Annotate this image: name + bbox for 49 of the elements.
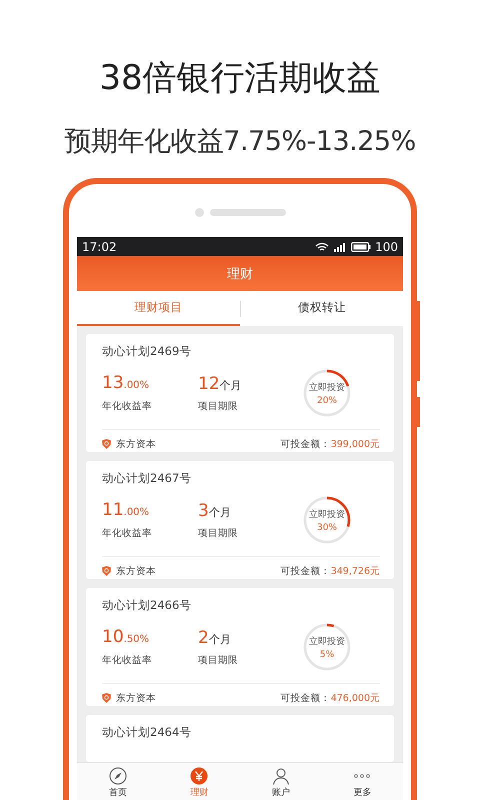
shield-icon [102,439,111,449]
yen-icon [190,766,208,784]
rate-label: 年化收益率 [102,527,153,540]
battery-icon [351,242,372,252]
annual-rate: 11.00% [102,500,150,522]
rate-label: 年化收益率 [102,654,153,667]
term-label: 项目期限 [198,526,239,540]
available-amount: 可投金额：399,000元 [280,438,380,450]
product-name: 动心计划2464号 [102,725,192,740]
issuer-name: 东方资本 [116,564,156,578]
signal-icon [333,242,348,252]
product-card[interactable]: 动心计划2466号 10.50% 年化收益率 2个月 项目期限 立即投资 5% 东方资本 可投金额：476,000元 [86,588,394,706]
shield-icon [102,693,111,703]
issuer-name: 东方资本 [116,438,156,450]
nav-item[interactable]: 更多 [322,763,403,800]
battery-level: 100 [375,240,398,254]
product-card[interactable]: 动心计划2464号 [86,715,394,762]
status-time: 17:02 [82,240,117,254]
wifi-icon [315,242,330,252]
annual-rate: 13.00% [102,373,150,395]
invest-button[interactable]: 立即投资 20% [302,368,352,418]
project-term: 2个月 [198,628,232,650]
shield-icon [102,566,111,576]
speaker-icon [210,209,286,216]
available-amount: 可投金额：349,726元 [280,564,380,578]
compass-icon [108,766,127,784]
header-title: 理财 [227,266,253,282]
product-name: 动心计划2466号 [102,598,192,613]
available-amount: 可投金额：476,000元 [280,692,380,704]
product-card[interactable]: 动心计划2467号 11.00% 年化收益率 3个月 项目期限 立即投资 30% 东方资本 可投金额：349,726元 [86,461,394,579]
project-term: 12个月 [198,374,243,396]
product-card[interactable]: 动心计划2469号 13.00% 年化收益率 12个月 项目期限 立即投资 20% 东方资本 可投金额：399,000元 [86,334,394,452]
annual-rate: 10.50% [102,627,150,649]
issuer-name: 东方资本 [116,692,156,704]
invest-button[interactable]: 立即投资 30% [302,495,352,545]
nav-item[interactable]: 账户 [240,763,322,800]
project-term: 3个月 [198,500,232,522]
subheadline: 预期年化收益7.75%-13.25% [64,125,416,159]
rate-label: 年化收益率 [102,400,153,413]
more-icon [354,774,370,778]
product-name: 动心计划2469号 [102,344,192,359]
headline: 38倍银行活期收益 [99,57,381,100]
term-label: 项目期限 [198,654,239,666]
term-label: 项目期限 [198,400,239,412]
nav-item[interactable]: 首页 [77,763,158,800]
product-name: 动心计划2467号 [102,471,192,486]
camera-icon [194,208,204,217]
invest-button[interactable]: 立即投资 5% [302,622,352,672]
person-icon [272,766,290,784]
